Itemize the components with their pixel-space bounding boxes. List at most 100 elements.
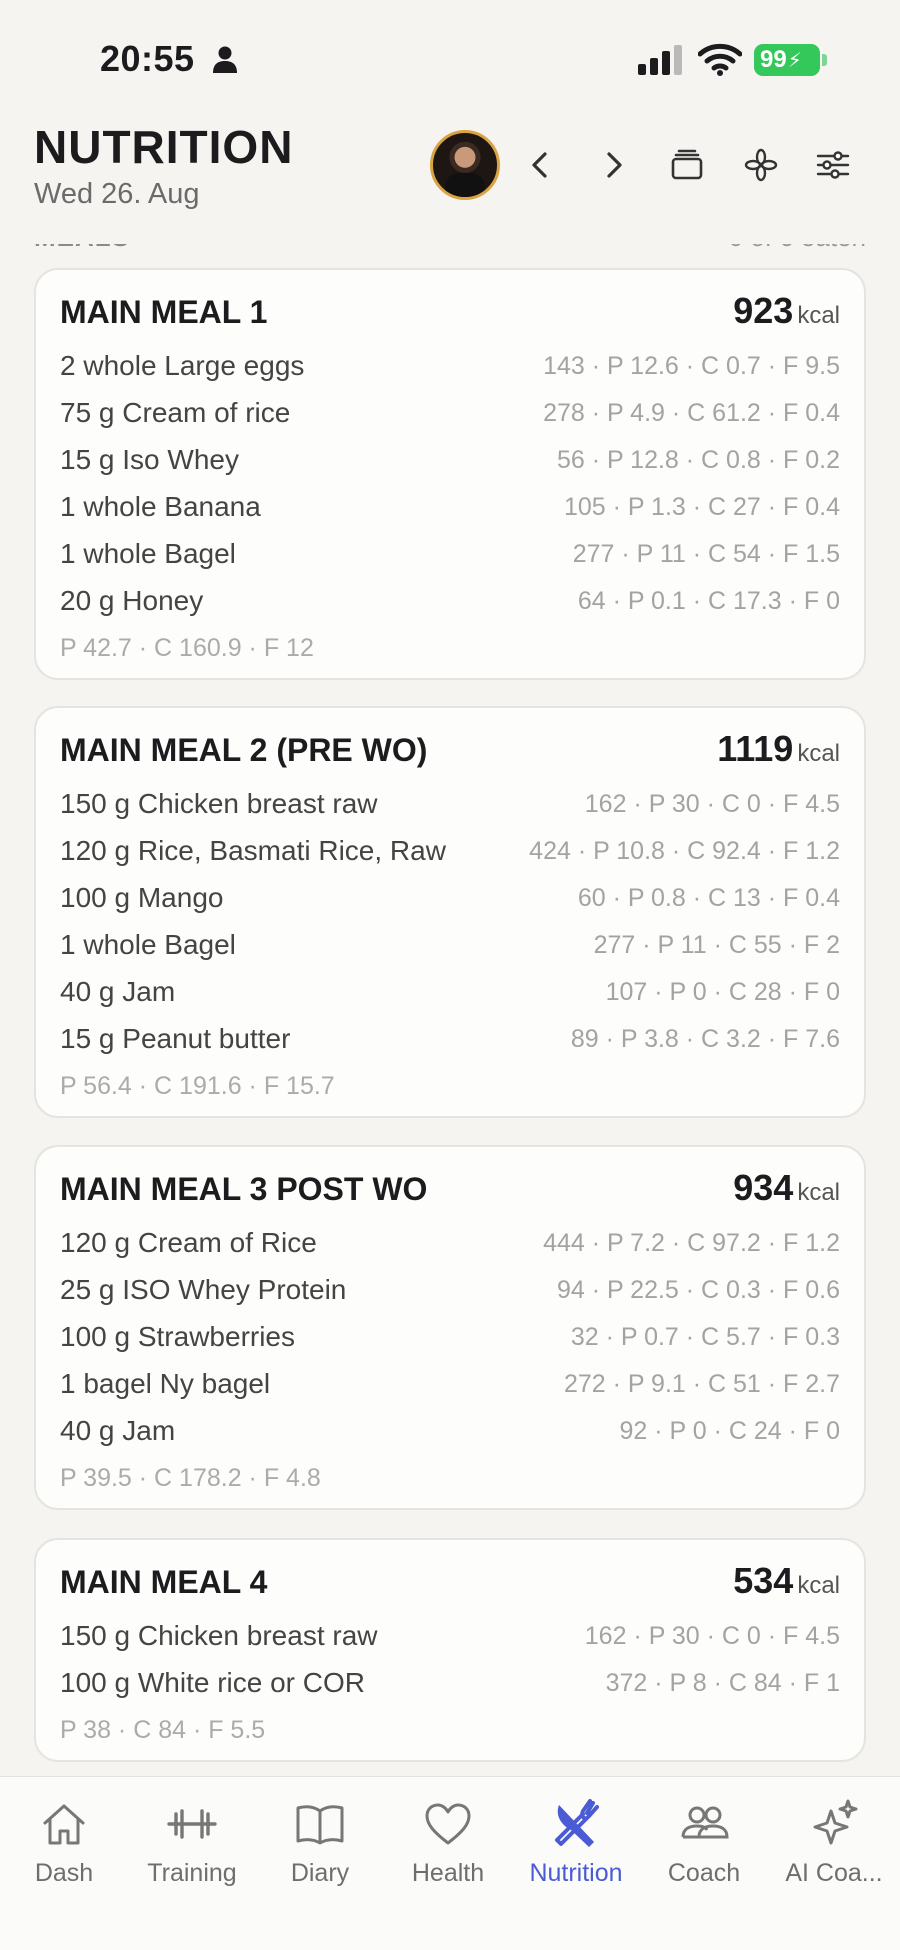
food-item-macros: 372 · P 8 · C 84 · F 1 [605,1669,840,1697]
food-item-macros: 272 · P 9.1 · C 51 · F 2.7 [563,1370,840,1398]
tab-dash[interactable]: Dash [0,1797,128,1907]
tab-health[interactable]: Health [384,1797,512,1907]
house-icon [43,1804,85,1845]
food-item-row[interactable]: 75 g Cream of rice 278 · P 4.9 · C 61.2 ·… [60,395,840,435]
battery-level: 99 [760,46,787,73]
meal-kcal-value: 923 [733,290,794,331]
meal-kcal: 534 kcal [733,1560,840,1602]
tab-label: AI Coa... [785,1859,883,1887]
tab-training[interactable]: Training [128,1797,256,1907]
tab-coach[interactable]: Coach [640,1797,768,1907]
food-item-name: 20 g Honey [60,585,204,616]
person-icon [213,46,237,73]
meal-card[interactable]: MAIN MEAL 1 923 kcal 2 whole Large eggs 143 … [34,268,866,680]
food-item-macros: 277 · P 11 · C 54 · F 1.5 [572,540,840,568]
page-date: Wed 26. Aug [34,178,200,210]
food-item-row[interactable]: 15 g Peanut butter 89 · P 3.8 · C 3.2 · F… [60,1021,840,1061]
food-item-name: 120 g Rice, Basmati Rice, Raw [60,835,446,866]
kcal-unit: kcal [797,740,840,767]
battery-nub [822,54,827,66]
food-item-macros: 107 · P 0 · C 28 · F 0 [605,978,840,1006]
meal-macro-totals: P 56.4 · C 191.6 · F 15.7 [60,1072,335,1100]
page-header: NUTRITION Wed 26. Aug [0,110,900,230]
food-item-row[interactable]: 20 g Honey 64 · P 0.1 · C 17.3 · F 0 [60,583,840,623]
food-item-row[interactable]: 1 bagel Ny bagel 272 · P 9.1 · C 51 · F 2… [60,1366,840,1406]
food-item-name: 150 g Chicken breast raw [60,788,378,819]
food-item-macros: 424 · P 10.8 · C 92.4 · F 1.2 [529,837,840,865]
meal-kcal: 934 kcal [733,1167,840,1209]
food-item-row[interactable]: 150 g Chicken breast raw 162 · P 30 · C 0… [60,1618,840,1658]
food-item-macros: 60 · P 0.8 · C 13 · F 0.4 [577,884,840,912]
meal-card[interactable]: MAIN MEAL 2 (PRE WO) 1119 kcal 150 g Chicke… [34,706,866,1118]
meal-header: MAIN MEAL 1 923 kcal [60,290,840,338]
status-bar: 20:55 99 ⚡ [0,0,900,120]
food-item-name: 100 g White rice or COR [60,1667,365,1698]
food-item-macros: 162 · P 30 · C 0 · F 4.5 [584,1622,840,1650]
food-item-row[interactable]: 15 g Iso Whey 56 · P 12.8 · C 0.8 · F 0.2 [60,442,840,482]
food-item-name: 40 g Jam [60,976,176,1007]
food-item-name: 150 g Chicken breast raw [60,1620,378,1651]
scroll-mask [0,230,900,244]
kcal-unit: kcal [797,302,840,329]
food-item-row[interactable]: 100 g White rice or COR 372 · P 8 · C 84 … [60,1665,840,1705]
food-item-row[interactable]: 40 g Jam 107 · P 0 · C 28 · F 0 [60,974,840,1014]
tab-label: Health [411,1859,485,1887]
food-item-row[interactable]: 1 whole Bagel 277 · P 11 · C 55 · F 2 [60,927,840,967]
snowflake-button[interactable] [736,140,786,190]
tab-label: Diary [290,1859,350,1887]
meal-kcal-value: 934 [733,1167,794,1208]
chevron-right-icon [607,152,622,178]
food-item-name: 25 g ISO Whey Protein [60,1274,347,1305]
food-item-name: 40 g Jam [60,1415,176,1446]
meal-title: MAIN MEAL 2 (PRE WO) [60,732,428,768]
avatar[interactable] [430,130,500,200]
tab-diary[interactable]: Diary [256,1797,384,1907]
tab-nutrition[interactable]: Nutrition [512,1797,640,1907]
food-item-macros: 56 · P 12.8 · C 0.8 · F 0.2 [556,446,840,474]
food-item-name: 100 g Strawberries [60,1321,296,1352]
tab-label: Training [147,1859,237,1887]
food-item-macros: 105 · P 1.3 · C 27 · F 0.4 [563,493,840,521]
meal-kcal: 1119 kcal [717,728,840,770]
next-day-button[interactable] [588,140,638,190]
meal-header: MAIN MEAL 4 534 kcal [60,1560,840,1608]
meal-macro-totals: P 42.7 · C 160.9 · F 12 [60,634,314,662]
meal-kcal: 923 kcal [733,290,840,332]
food-item-row[interactable]: 1 whole Banana 105 · P 1.3 · C 27 · F 0.4 [60,489,840,529]
meal-header: MAIN MEAL 2 (PRE WO) 1119 kcal [60,728,840,776]
battery-indicator: 99 ⚡ [754,44,820,76]
sparkles-icon [813,1799,858,1845]
food-item-macros: 94 · P 22.5 · C 0.3 · F 0.6 [556,1276,840,1304]
meal-title: MAIN MEAL 1 [60,294,268,330]
chevron-left-icon [532,152,547,178]
food-item-row[interactable]: 25 g ISO Whey Protein 94 · P 22.5 · C 0.3… [60,1272,840,1312]
fork-knife-icon [555,1799,599,1847]
bolt-icon: ⚡ [787,49,802,72]
food-item-row[interactable]: 2 whole Large eggs 143 · P 12.6 · C 0.7 ·… [60,348,840,388]
food-item-row[interactable]: 100 g Mango 60 · P 0.8 · C 13 · F 0.4 [60,880,840,920]
filter-button[interactable] [808,140,858,190]
meal-title: MAIN MEAL 3 POST WO [60,1171,428,1207]
food-item-macros: 89 · P 3.8 · C 3.2 · F 7.6 [570,1025,840,1053]
food-item-row[interactable]: 120 g Rice, Basmati Rice, Raw 424 · P 10.… [60,833,840,873]
meal-macro-totals: P 39.5 · C 178.2 · F 4.8 [60,1464,321,1492]
tab-label: Coach [667,1859,741,1887]
food-item-macros: 162 · P 30 · C 0 · F 4.5 [584,790,840,818]
people-icon [681,1806,729,1839]
meal-header: MAIN MEAL 3 POST WO 934 kcal [60,1167,840,1215]
food-item-row[interactable]: 150 g Chicken breast raw 162 · P 30 · C 0… [60,786,840,826]
food-item-row[interactable]: 40 g Jam 92 · P 0 · C 24 · F 0 [60,1413,840,1453]
food-item-row[interactable]: 100 g Strawberries 32 · P 0.7 · C 5.7 · F… [60,1319,840,1359]
food-item-name: 15 g Iso Whey [60,444,239,475]
heart-icon [425,1803,471,1845]
meal-card[interactable]: MAIN MEAL 3 POST WO 934 kcal 120 g Cream of… [34,1145,866,1510]
food-item-row[interactable]: 120 g Cream of Rice 444 · P 7.2 · C 97.2 … [60,1225,840,1265]
meal-card[interactable]: MAIN MEAL 4 534 kcal 150 g Chicken breast r… [34,1538,866,1762]
previous-day-button[interactable] [516,140,566,190]
meal-macro-totals: P 38 · C 84 · F 5.5 [60,1716,266,1744]
food-item-row[interactable]: 1 whole Bagel 277 · P 11 · C 54 · F 1.5 [60,536,840,576]
wifi-icon [698,43,742,76]
stack-button[interactable] [662,140,712,190]
food-item-name: 1 whole Bagel [60,929,236,960]
tab-ai-coach[interactable]: AI Coa... [770,1797,898,1907]
